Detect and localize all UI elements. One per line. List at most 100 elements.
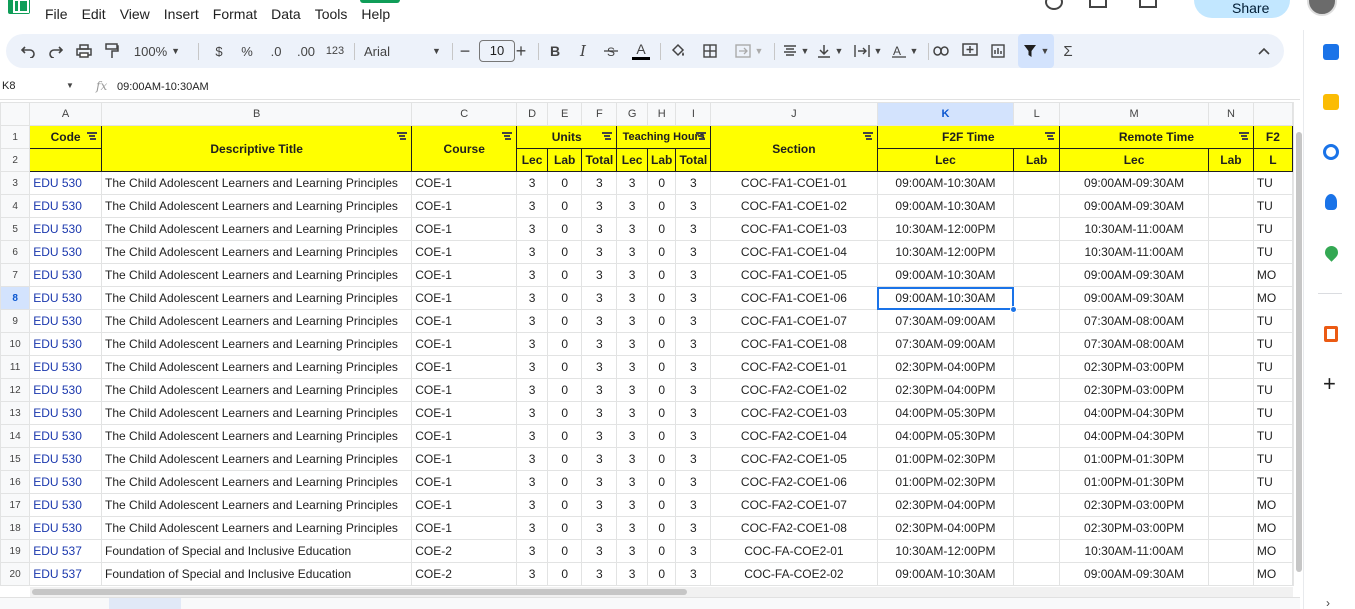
cell-section[interactable]: COC-FA2-COE1-06 [710, 470, 878, 494]
cell-g[interactable]: 3 [616, 355, 649, 379]
italic-button[interactable]: I [574, 34, 592, 68]
cell-o[interactable]: TU [1252, 424, 1293, 448]
chevron-down-icon[interactable]: ▼ [66, 81, 74, 90]
cell-i[interactable]: 3 [675, 401, 712, 425]
header-section[interactable]: Section [710, 125, 878, 172]
sheet-tab[interactable] [109, 598, 181, 609]
cell-d[interactable]: 3 [516, 401, 548, 425]
cell-course[interactable]: COE-1 [411, 378, 518, 402]
cell-h[interactable]: 0 [647, 539, 677, 563]
cell-remote-lec[interactable]: 01:00PM-01:30PM [1059, 470, 1210, 494]
subheader-units-lec[interactable]: Lec [516, 148, 548, 172]
cell-f2f-lab[interactable] [1013, 194, 1061, 218]
cell-title[interactable]: The Child Adolescent Learners and Learni… [101, 470, 413, 494]
cell-d[interactable]: 3 [516, 470, 548, 494]
row-header[interactable]: 12 [0, 378, 31, 402]
cell-remote-lab[interactable] [1208, 263, 1254, 287]
cell-section[interactable]: COC-FA1-COE1-01 [710, 171, 878, 195]
cell-title[interactable]: The Child Adolescent Learners and Learni… [101, 424, 413, 448]
row-header[interactable]: 19 [0, 539, 31, 563]
cell-code[interactable]: EDU 530 [29, 516, 103, 540]
merge-icon[interactable]: ▼ [730, 34, 768, 68]
row-header[interactable]: 14 [0, 424, 31, 448]
currency-format-button[interactable]: $ [210, 34, 228, 68]
subheader-rem-lec[interactable]: Lec [1059, 148, 1210, 172]
valign-icon[interactable]: ▼ [814, 34, 846, 68]
cell-f2f-lec[interactable]: 09:00AM-10:30AM [876, 286, 1015, 310]
cell-f2f-lab[interactable] [1013, 332, 1061, 356]
chart-icon[interactable] [988, 34, 1008, 68]
row-header[interactable]: 8 [0, 286, 31, 310]
header-f2[interactable]: F2 [1252, 125, 1293, 149]
cell-f2f-lab[interactable] [1013, 493, 1061, 517]
cell-remote-lec[interactable]: 09:00AM-09:30AM [1059, 562, 1210, 586]
cell-f2f-lab[interactable] [1013, 309, 1061, 333]
cell-e[interactable]: 0 [546, 286, 583, 310]
cell-g[interactable]: 3 [616, 401, 649, 425]
cell-d[interactable]: 3 [516, 355, 548, 379]
menu-item-edit[interactable]: Edit [82, 6, 106, 22]
cell-i[interactable]: 3 [675, 309, 712, 333]
cell-d[interactable]: 3 [516, 332, 548, 356]
row-header[interactable]: 9 [0, 309, 31, 333]
cell-i[interactable]: 3 [675, 240, 712, 264]
cell-course[interactable]: COE-1 [411, 401, 518, 425]
cell-remote-lec[interactable]: 01:00PM-01:30PM [1059, 447, 1210, 471]
cell-course[interactable]: COE-1 [411, 309, 518, 333]
subheader-f2f-lab[interactable]: Lab [1013, 148, 1061, 172]
cell-section[interactable]: COC-FA2-COE1-01 [710, 355, 878, 379]
cell-f2f-lec[interactable]: 01:00PM-02:30PM [876, 470, 1015, 494]
cell-g[interactable]: 3 [616, 562, 649, 586]
cell-title[interactable]: The Child Adolescent Learners and Learni… [101, 263, 413, 287]
cell-e[interactable]: 0 [546, 332, 583, 356]
filter-dropdown-icon[interactable] [502, 132, 513, 139]
cell-remote-lab[interactable] [1208, 286, 1254, 310]
cell-e[interactable]: 0 [546, 516, 583, 540]
cell-e[interactable]: 0 [546, 424, 583, 448]
cell-h[interactable]: 0 [647, 493, 677, 517]
cell-d[interactable]: 3 [516, 286, 548, 310]
cell-section[interactable]: COC-FA1-COE1-08 [710, 332, 878, 356]
column-header[interactable]: F [581, 102, 618, 126]
header-units[interactable]: Units [516, 125, 618, 149]
cell-e[interactable]: 0 [546, 194, 583, 218]
cell-g[interactable]: 3 [616, 240, 649, 264]
cell-i[interactable]: 3 [675, 171, 712, 195]
cell-g[interactable]: 3 [616, 539, 649, 563]
cell-e[interactable]: 0 [546, 263, 583, 287]
cell-e[interactable]: 0 [546, 493, 583, 517]
zoom-select[interactable]: 100% ▼ [132, 34, 182, 68]
cell-section[interactable]: COC-FA2-COE1-07 [710, 493, 878, 517]
cell-code[interactable]: EDU 530 [29, 309, 103, 333]
column-header[interactable]: M [1059, 102, 1210, 126]
cell-g[interactable]: 3 [616, 424, 649, 448]
cell-course[interactable]: COE-1 [411, 424, 518, 448]
cell-section[interactable]: COC-FA1-COE1-07 [710, 309, 878, 333]
cell-h[interactable]: 0 [647, 355, 677, 379]
cell-code[interactable]: EDU 530 [29, 217, 103, 241]
cell-g[interactable]: 3 [616, 194, 649, 218]
header-code-blank[interactable] [29, 148, 103, 172]
font-select[interactable]: Arial ▼ [364, 34, 444, 68]
header-teaching-hours[interactable]: Teaching Hours [616, 125, 712, 149]
row-header[interactable]: 10 [0, 332, 31, 356]
cell-course[interactable]: COE-2 [411, 562, 518, 586]
share-button[interactable]: Share [1194, 0, 1290, 18]
increase-decimal-button[interactable]: .00 [294, 34, 318, 68]
column-header[interactable]: K [876, 102, 1015, 126]
cell-d[interactable]: 3 [516, 309, 548, 333]
cell-course[interactable]: COE-1 [411, 263, 518, 287]
cell-code[interactable]: EDU 530 [29, 424, 103, 448]
cell-o[interactable]: MO [1252, 493, 1293, 517]
calendar-icon[interactable] [1323, 44, 1339, 60]
functions-icon[interactable]: Σ [1060, 34, 1076, 68]
cell-d[interactable]: 3 [516, 516, 548, 540]
cell-title[interactable]: The Child Adolescent Learners and Learni… [101, 493, 413, 517]
cell-code[interactable]: EDU 530 [29, 171, 103, 195]
filter-dropdown-icon[interactable] [397, 132, 408, 139]
cell-remote-lab[interactable] [1208, 240, 1254, 264]
column-header[interactable]: C [411, 102, 518, 126]
cell-o[interactable]: TU [1252, 378, 1293, 402]
cell-section[interactable]: COC-FA1-COE1-03 [710, 217, 878, 241]
cell-f2f-lab[interactable] [1013, 171, 1061, 195]
